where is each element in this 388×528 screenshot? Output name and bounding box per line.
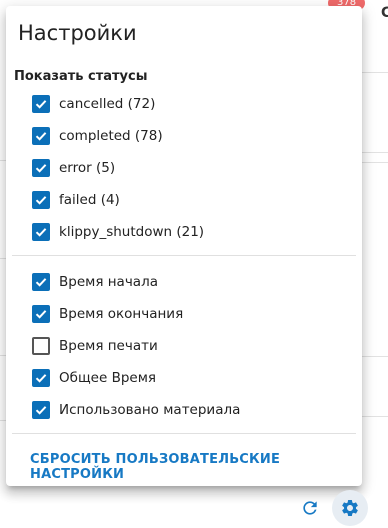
checkbox-checked-icon[interactable] (32, 223, 50, 241)
column-option-print-time[interactable]: Время печати (32, 336, 158, 356)
checkbox-checked-icon[interactable] (32, 273, 50, 291)
checkbox-unchecked-icon[interactable] (32, 337, 50, 355)
status-option-error[interactable]: error (5) (32, 158, 115, 178)
column-option-label: Время начала (59, 274, 158, 290)
background-divider (362, 72, 388, 73)
column-option-total-time[interactable]: Общее Время (32, 368, 156, 388)
refresh-icon (303, 501, 317, 515)
section-divider (12, 255, 356, 256)
checkbox-checked-icon[interactable] (32, 95, 50, 113)
status-option-label: failed (4) (59, 192, 120, 208)
status-option-cancelled[interactable]: cancelled (72) (32, 94, 155, 114)
status-option-label: cancelled (72) (59, 96, 156, 112)
gear-icon (342, 500, 358, 516)
status-option-label: error (5) (59, 160, 116, 176)
settings-title: Настройки (18, 21, 137, 45)
background-divider (362, 152, 388, 153)
reset-settings-button[interactable]: СБРОСИТЬ ПОЛЬЗОВАТЕЛЬСКИЕ НАСТРОЙКИ (30, 452, 362, 482)
checkbox-checked-icon[interactable] (32, 127, 50, 145)
status-option-completed[interactable]: completed (78) (32, 126, 163, 146)
column-option-end-time[interactable]: Время окончания (32, 304, 183, 324)
status-section-label: Показать статусы (14, 69, 148, 84)
checkbox-checked-icon[interactable] (32, 191, 50, 209)
background-divider (362, 416, 388, 417)
status-option-failed[interactable]: failed (4) (32, 190, 120, 210)
status-option-label: klippy_shutdown (21) (59, 224, 205, 240)
column-option-label: Использовано материала (59, 402, 241, 418)
status-option-klippy-shutdown[interactable]: klippy_shutdown (21) (32, 222, 204, 242)
column-option-label: Общее Время (59, 370, 157, 386)
settings-button[interactable] (332, 490, 368, 526)
column-option-label: Время окончания (59, 306, 184, 322)
column-option-label: Время печати (59, 338, 158, 354)
status-option-label: completed (78) (59, 128, 163, 144)
refresh-button[interactable] (292, 490, 328, 526)
column-option-start-time[interactable]: Время начала (32, 272, 158, 292)
checkbox-checked-icon[interactable] (32, 305, 50, 323)
column-option-filament-used[interactable]: Использовано материала (32, 400, 240, 420)
settings-menu: Настройки Показать статусы cancelled (72… (6, 6, 362, 486)
checkbox-checked-icon[interactable] (32, 369, 50, 387)
background-divider (362, 162, 388, 163)
checkbox-checked-icon[interactable] (32, 401, 50, 419)
corner-letter: С (381, 5, 388, 21)
background-divider (362, 356, 388, 357)
section-divider (12, 433, 356, 434)
checkbox-checked-icon[interactable] (32, 159, 50, 177)
